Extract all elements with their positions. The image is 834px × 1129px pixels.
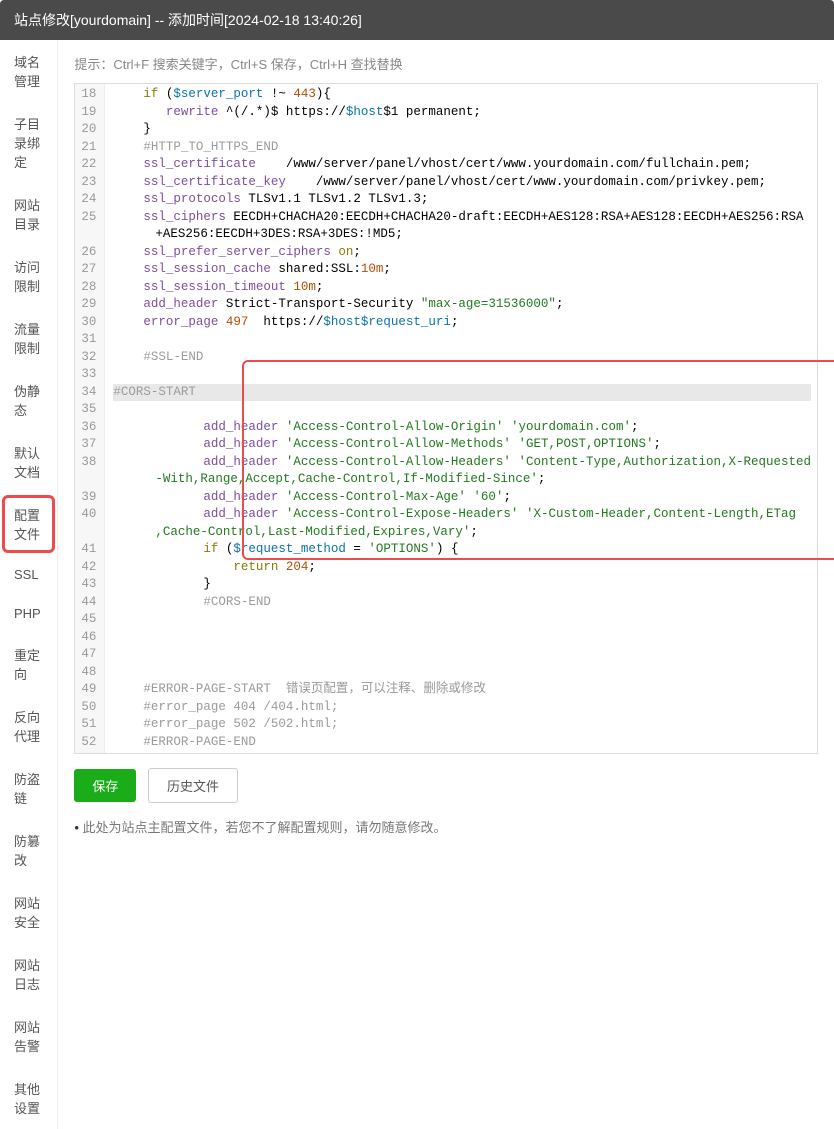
code-line[interactable]: return 204; (113, 559, 811, 577)
line-gutter: 1819202122232425262728293031323334353637… (75, 84, 105, 753)
sidebar-item-PHP[interactable]: PHP (0, 594, 57, 633)
sidebar-item-其他设置[interactable]: 其他设置 (0, 1067, 57, 1129)
code-line[interactable]: #SSL-END (113, 349, 811, 367)
code-line[interactable]: #CORS-END (113, 594, 811, 612)
code-line[interactable] (113, 664, 811, 682)
code-line[interactable] (113, 366, 811, 384)
code-line[interactable]: +AES256:EECDH+3DES:RSA+3DES:!MD5; (113, 226, 811, 244)
sidebar-item-访问限制[interactable]: 访问限制 (0, 245, 57, 307)
code-line[interactable]: ssl_session_cache shared:SSL:10m; (113, 261, 811, 279)
code-line[interactable]: #error_page 404 /404.html; (113, 699, 811, 717)
footer-note: 此处为站点主配置文件，若您不了解配置规则，请勿随意修改。 (74, 817, 818, 836)
sidebar-item-默认文档[interactable]: 默认文档 (0, 431, 57, 493)
sidebar-item-网站安全[interactable]: 网站安全 (0, 881, 57, 943)
code-line[interactable]: #error_page 502 /502.html; (113, 716, 811, 734)
code-line[interactable]: error_page 497 https://$host$request_uri… (113, 314, 811, 332)
sidebar-item-配置文件[interactable]: 配置文件 (0, 493, 57, 555)
code-line[interactable]: #HTTP_TO_HTTPS_END (113, 139, 811, 157)
sidebar-item-网站日志[interactable]: 网站日志 (0, 943, 57, 1005)
sidebar-item-防盗链[interactable]: 防盗链 (0, 757, 57, 819)
sidebar-item-域名管理[interactable]: 域名管理 (0, 40, 57, 102)
save-button[interactable]: 保存 (74, 769, 136, 802)
sidebar: 域名管理子目录绑定网站目录访问限制流量限制伪静态默认文档配置文件SSLPHP重定… (0, 40, 58, 1129)
sidebar-item-流量限制[interactable]: 流量限制 (0, 307, 57, 369)
content-panel: 提示：Ctrl+F 搜索关键字，Ctrl+S 保存，Ctrl+H 查找替换 18… (58, 40, 834, 1129)
code-line[interactable]: ssl_certificate /www/server/panel/vhost/… (113, 156, 811, 174)
code-line[interactable]: add_header 'Access-Control-Allow-Headers… (113, 454, 811, 472)
code-line[interactable] (113, 331, 811, 349)
code-line[interactable]: } (113, 121, 811, 139)
code-line[interactable] (113, 646, 811, 664)
code-line[interactable]: } (113, 576, 811, 594)
code-line[interactable]: ssl_protocols TLSv1.1 TLSv1.2 TLSv1.3; (113, 191, 811, 209)
code-line[interactable]: #CORS-START (113, 384, 811, 402)
sidebar-item-网站目录[interactable]: 网站目录 (0, 183, 57, 245)
code-line[interactable]: ssl_ciphers EECDH+CHACHA20:EECDH+CHACHA2… (113, 209, 811, 227)
code-line[interactable]: ssl_prefer_server_ciphers on; (113, 244, 811, 262)
code-line[interactable]: add_header 'Access-Control-Allow-Methods… (113, 436, 811, 454)
sidebar-item-反向代理[interactable]: 反向代理 (0, 695, 57, 757)
code-line[interactable]: #ERROR-PAGE-START 错误页配置，可以注释、删除或修改 (113, 681, 811, 699)
sidebar-item-重定向[interactable]: 重定向 (0, 633, 57, 695)
code-line[interactable]: ssl_session_timeout 10m; (113, 279, 811, 297)
main-container: 域名管理子目录绑定网站目录访问限制流量限制伪静态默认文档配置文件SSLPHP重定… (0, 40, 834, 1129)
code-line[interactable] (113, 611, 811, 629)
code-line[interactable]: add_header Strict-Transport-Security "ma… (113, 296, 811, 314)
code-line[interactable]: add_header 'Access-Control-Max-Age' '60'… (113, 489, 811, 507)
editor-hint: 提示：Ctrl+F 搜索关键字，Ctrl+S 保存，Ctrl+H 查找替换 (74, 54, 818, 73)
code-line[interactable]: rewrite ^(/.*)$ https://$host$1 permanen… (113, 104, 811, 122)
sidebar-item-SSL[interactable]: SSL (0, 555, 57, 594)
dialog-title: 站点修改[yourdomain] -- 添加时间[2024-02-18 13:4… (0, 0, 834, 40)
code-line[interactable] (113, 629, 811, 647)
sidebar-item-子目录绑定[interactable]: 子目录绑定 (0, 102, 57, 183)
code-editor[interactable]: 1819202122232425262728293031323334353637… (74, 83, 818, 754)
button-row: 保存 历史文件 (74, 768, 818, 803)
code-line[interactable]: add_header 'Access-Control-Expose-Header… (113, 506, 811, 524)
code-line[interactable] (113, 401, 811, 419)
sidebar-item-防篡改[interactable]: 防篡改 (0, 819, 57, 881)
sidebar-item-伪静态[interactable]: 伪静态 (0, 369, 57, 431)
code-line[interactable]: if ($server_port !~ 443){ (113, 86, 811, 104)
code-line[interactable]: add_header 'Access-Control-Allow-Origin'… (113, 419, 811, 437)
code-line[interactable]: -With,Range,Accept,Cache-Control,If-Modi… (113, 471, 811, 489)
code-line[interactable]: #ERROR-PAGE-END (113, 734, 811, 752)
code-line[interactable]: ssl_certificate_key /www/server/panel/vh… (113, 174, 811, 192)
history-button[interactable]: 历史文件 (148, 768, 238, 803)
code-line[interactable]: ,Cache-Control,Last-Modified,Expires,Var… (113, 524, 811, 542)
code-body[interactable]: if ($server_port !~ 443){ rewrite ^(/.*)… (105, 84, 817, 753)
sidebar-item-网站告警[interactable]: 网站告警 (0, 1005, 57, 1067)
code-line[interactable]: if ($request_method = 'OPTIONS') { (113, 541, 811, 559)
